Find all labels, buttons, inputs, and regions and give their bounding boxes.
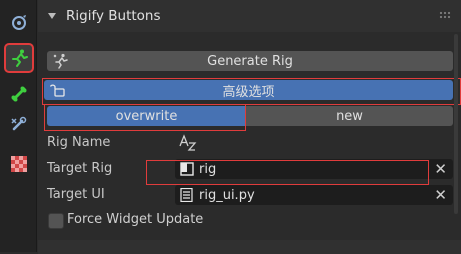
text-field-icon [179,134,197,151]
rig-name-label: Rig Name [47,135,111,150]
target-ui-field[interactable]: rig_ui.py ✕ [175,185,453,205]
force-widget-update-checkbox[interactable] [48,213,64,229]
scrollbar[interactable] [454,34,458,214]
target-rig-field[interactable]: rig ✕ [175,159,453,179]
armature-run-icon [53,53,68,69]
panel-header[interactable]: Rigify Buttons [38,0,461,32]
tab-armature-pose[interactable] [4,43,34,73]
texture-checker-icon [11,156,27,172]
overwrite-toggle[interactable]: overwrite [47,106,246,126]
clear-target-rig-icon[interactable]: ✕ [434,160,447,178]
tab-object[interactable] [5,8,33,36]
drag-grip-icon[interactable] [439,11,451,20]
armature-pose-icon [12,49,28,67]
text-file-icon [180,188,193,202]
unlock-icon [50,84,65,97]
properties-tab-bar [0,0,37,252]
new-label: new [336,108,363,124]
tab-bone[interactable] [5,80,33,108]
new-toggle[interactable]: new [246,106,453,126]
target-rig-value: rig [199,161,217,177]
clear-target-ui-icon[interactable]: ✕ [434,186,447,204]
force-widget-update-label: Force Widget Update [67,212,204,227]
armature-data-icon [180,162,194,176]
target-ui-value: rig_ui.py [199,187,255,203]
bone-icon [11,86,27,102]
target-ui-label: Target UI [47,187,105,202]
advanced-options-label: 高级选项 [222,84,275,100]
object-icon [12,15,26,30]
collapse-triangle-icon[interactable] [48,13,56,19]
bone-constraint-icon [11,116,27,131]
generate-rig-button[interactable]: Generate Rig [47,51,453,71]
generate-rig-label: Generate Rig [207,53,293,69]
rigify-buttons-panel: Rigify Buttons Generate Rig 高级选项 overwri… [38,0,461,254]
tab-texture[interactable] [5,150,33,178]
advanced-options-button[interactable]: 高级选项 [44,80,453,100]
tab-bone-constraint[interactable] [5,110,33,138]
rig-name-field[interactable] [175,133,453,153]
overwrite-label: overwrite [115,108,178,124]
panel-title: Rigify Buttons [66,8,161,24]
target-rig-label: Target Rig [47,161,113,176]
